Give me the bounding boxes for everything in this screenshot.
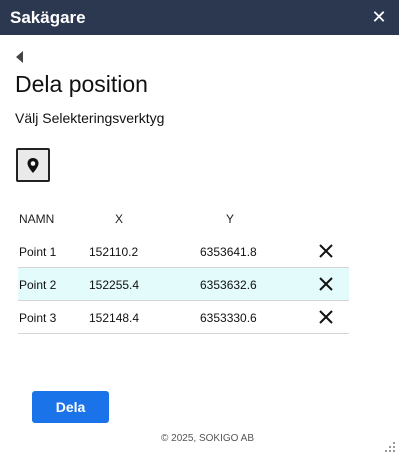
row-name: Point 2 xyxy=(19,278,57,292)
row-x: 152148.4 xyxy=(89,311,140,325)
map-pin-icon xyxy=(27,158,39,173)
table-row[interactable]: Point 1 152110.2 6353641.8 xyxy=(18,235,349,268)
page-title: Dela position xyxy=(15,71,148,97)
copyright-footer: © 2025, SOKIGO AB xyxy=(161,433,254,444)
row-y: 6353641.8 xyxy=(200,245,257,259)
delete-icon[interactable] xyxy=(318,243,334,259)
row-y: 6353632.6 xyxy=(200,278,257,292)
column-header-name: NAMN xyxy=(19,212,55,226)
window-titlebar: Sakägare ✕ xyxy=(0,0,399,35)
close-icon[interactable]: ✕ xyxy=(369,7,389,27)
row-name: Point 1 xyxy=(19,245,57,259)
table-row[interactable]: Point 3 152148.4 6353330.6 xyxy=(18,301,349,334)
share-button[interactable]: Dela xyxy=(32,391,109,423)
column-header-x: X xyxy=(115,212,124,226)
row-x: 152255.4 xyxy=(89,278,140,292)
delete-icon[interactable] xyxy=(318,309,334,325)
row-name: Point 3 xyxy=(19,311,57,325)
column-header-y: Y xyxy=(226,212,235,226)
row-y: 6353330.6 xyxy=(200,311,257,325)
back-arrow-icon[interactable] xyxy=(16,51,23,63)
delete-icon[interactable] xyxy=(318,276,334,292)
resize-grip-icon[interactable] xyxy=(384,441,396,453)
point-select-tool-button[interactable] xyxy=(16,148,50,182)
row-x: 152110.2 xyxy=(89,245,139,259)
tool-instruction: Välj Selekteringsverktyg xyxy=(15,110,165,126)
table-row[interactable]: Point 2 152255.4 6353632.6 xyxy=(18,268,349,301)
window-title: Sakägare xyxy=(10,8,86,27)
